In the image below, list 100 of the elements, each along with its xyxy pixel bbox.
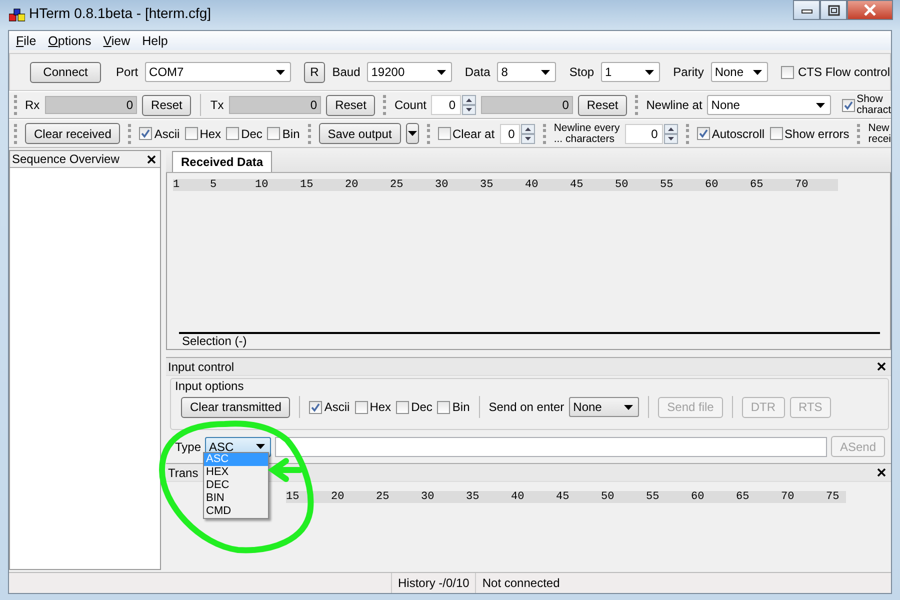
count-total: 0 xyxy=(480,96,573,114)
close-icon[interactable] xyxy=(877,468,886,477)
close-icon[interactable] xyxy=(877,362,886,371)
ruler-number: 65 xyxy=(750,179,764,191)
menu-item[interactable]: File xyxy=(12,34,44,48)
checkbox[interactable] xyxy=(309,400,322,414)
save-options-button[interactable] xyxy=(406,123,419,144)
spinner-icon[interactable] xyxy=(462,95,476,115)
caret-icon xyxy=(541,70,550,74)
ruler-number: 65 xyxy=(736,491,750,503)
maximize-button[interactable] xyxy=(820,0,847,20)
ruler-number: 25 xyxy=(390,179,404,191)
save-output-button[interactable]: Save output xyxy=(318,123,401,144)
menu-item[interactable]: Help xyxy=(138,34,176,48)
newline-dropdown[interactable]: None xyxy=(707,95,831,115)
send-on-enter-dropdown[interactable]: None xyxy=(569,397,640,417)
maximize-icon xyxy=(828,4,840,16)
reset-button[interactable]: Reset xyxy=(578,94,628,116)
field-label: Stop xyxy=(569,65,594,79)
panel-title: Trans xyxy=(168,466,198,480)
spinner-icon[interactable] xyxy=(664,124,678,144)
field-label: Baud xyxy=(332,65,360,79)
checkbox[interactable] xyxy=(842,98,855,112)
checkbox-label: Dec xyxy=(411,400,432,414)
clear-transmitted-button[interactable]: Clear transmitted xyxy=(181,396,290,418)
checkbox-label: Show errors xyxy=(784,126,850,140)
checkbox[interactable] xyxy=(184,127,198,140)
checkbox[interactable] xyxy=(226,127,240,140)
menu-item[interactable]: Options xyxy=(44,34,100,48)
close-icon[interactable] xyxy=(147,154,156,164)
close-button[interactable] xyxy=(847,0,893,20)
ruler-number: 50 xyxy=(601,491,614,503)
checkbox[interactable] xyxy=(267,127,280,140)
dropdown-option[interactable]: HEX xyxy=(204,466,268,479)
ruler-number: 55 xyxy=(646,491,660,503)
connect-button[interactable]: Connect xyxy=(30,62,102,82)
ruler-number: 70 xyxy=(781,491,794,503)
checkbox[interactable] xyxy=(780,66,794,78)
dropdown[interactable]: None xyxy=(710,62,768,82)
status-text: History -/0/10 xyxy=(392,573,476,593)
ruler-number: 45 xyxy=(556,491,570,503)
window-title: HTerm 0.8.1beta - [hterm.cfg] xyxy=(29,5,212,21)
checkbox-label: Hex xyxy=(370,400,392,414)
dropdown-option[interactable]: BIN xyxy=(204,492,268,505)
ruler-number: 55 xyxy=(660,179,674,191)
ruler-number: 40 xyxy=(511,491,524,503)
checkbox-label: Ascii xyxy=(324,400,350,414)
reset-button[interactable]: Reset xyxy=(326,94,376,116)
dropdown[interactable]: 8 xyxy=(497,62,556,82)
caret-icon xyxy=(276,70,285,74)
ruler-number: 70 xyxy=(795,179,808,191)
field-label: Port xyxy=(116,65,138,79)
checkbox[interactable] xyxy=(396,400,410,414)
clear-received-button[interactable]: Clear received xyxy=(25,123,120,144)
caret-icon xyxy=(816,102,825,108)
checkbox[interactable] xyxy=(438,127,451,140)
dropdown[interactable]: 1 xyxy=(601,62,660,82)
panel-title: Sequence Overview xyxy=(12,152,120,166)
ruler-number: 40 xyxy=(525,179,538,191)
dropdown[interactable]: COM7 xyxy=(145,62,291,82)
checkbox-label: Autoscroll xyxy=(712,126,765,140)
checkbox[interactable] xyxy=(437,400,450,414)
refresh-button[interactable]: R xyxy=(304,62,326,82)
selection-label: Selection (-) xyxy=(181,334,248,349)
ruler-number: 15 xyxy=(286,491,300,503)
ruler-number: 25 xyxy=(376,491,390,503)
newline-every-field[interactable]: 0 xyxy=(624,124,663,144)
checkbox[interactable] xyxy=(696,127,710,140)
tab[interactable]: Received Data xyxy=(172,151,272,172)
tx-counter: 0 xyxy=(228,96,322,114)
tx-label: Tx xyxy=(210,98,224,112)
caret-icon xyxy=(645,70,654,74)
checkbox[interactable] xyxy=(770,127,783,140)
dropdown[interactable]: 19200 xyxy=(367,62,452,82)
caret-icon xyxy=(436,70,446,74)
checkbox[interactable] xyxy=(139,127,152,140)
reset-button[interactable]: Reset xyxy=(142,94,192,116)
checkbox[interactable] xyxy=(354,400,368,414)
checkbox-label: Bin xyxy=(452,400,470,414)
ruler-number: 35 xyxy=(466,491,480,503)
count-field[interactable]: 0 xyxy=(431,95,461,115)
ruler-number: 30 xyxy=(435,179,448,191)
caret-icon xyxy=(408,131,417,136)
clear-at-field[interactable]: 0 xyxy=(500,124,520,144)
spinner-icon[interactable] xyxy=(520,124,535,144)
newline-label: Newline at xyxy=(646,98,702,112)
minimize-button[interactable] xyxy=(793,0,820,20)
dropdown-option[interactable]: DEC xyxy=(204,479,268,492)
ruler-number: 50 xyxy=(615,179,628,191)
group-title: Input options xyxy=(175,379,244,393)
ruler-number: 45 xyxy=(570,179,584,191)
close-icon xyxy=(863,4,877,16)
ruler-number: 60 xyxy=(691,491,704,503)
dropdown-option[interactable]: CMD xyxy=(204,505,268,518)
input-field[interactable] xyxy=(275,436,827,456)
ruler-number: 20 xyxy=(331,491,344,503)
send-on-enter-label: Send on enter xyxy=(488,400,564,414)
ruler-number: 35 xyxy=(480,179,494,191)
menu-item[interactable]: View xyxy=(99,34,138,48)
ruler-number: 30 xyxy=(421,491,434,503)
